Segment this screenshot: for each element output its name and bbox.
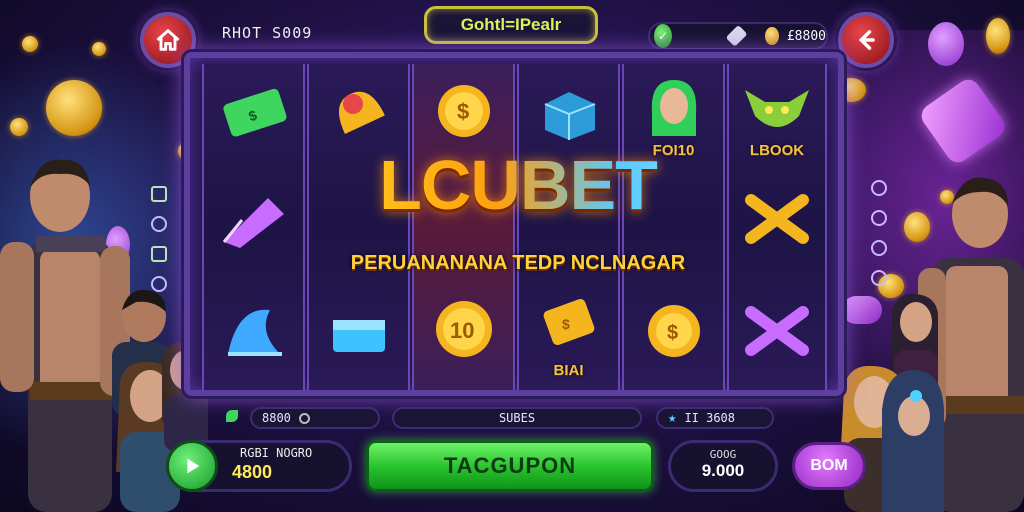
back-arrow-icon [858,30,875,50]
game-subtitle: PERUANANANA TEDP NCLNAGAR [350,252,686,274]
treasure-box-symbol[interactable] [322,302,396,364]
game-title-pill: Gohtl=IPealr [424,6,598,44]
leaf-icon [226,410,238,422]
side-icon[interactable] [151,186,167,202]
coin-decoration [10,118,28,136]
bet-panel[interactable]: GOOG 9.000 [668,440,778,492]
spin-button[interactable]: TACGUPON [366,440,654,492]
cyan-box-symbol[interactable] [532,82,606,144]
reel-4: $ BIAI [517,64,620,390]
play-button[interactable] [166,440,218,492]
green-hair-character-symbol[interactable] [637,76,711,138]
balance-value: £8800 [786,28,826,44]
side-icon[interactable] [871,210,887,226]
info-left-value: 8800 [262,411,291,425]
info-right: ★ II 3608 [656,407,774,429]
gem-decoration [928,22,964,66]
blue-hat-symbol[interactable] [217,302,291,364]
side-icon[interactable] [871,240,887,256]
coin-ten-value: 10 [450,318,474,343]
info-left: 8800 [250,407,380,429]
game-logo: LCUBET [318,150,718,220]
bet-label: GOOG [709,448,737,461]
info-right-value: II 3608 [684,411,736,425]
coin-decoration [46,80,102,136]
side-icon[interactable] [871,180,887,196]
autoplay-value: 4800 [232,462,273,482]
gold-cross-symbol[interactable] [740,188,814,250]
bonus-button[interactable]: BOM [792,442,866,490]
info-center: SUBES [392,407,642,429]
hooded-character-right [882,370,944,512]
side-icon[interactable] [151,246,167,262]
purple-cross-symbol[interactable] [740,300,814,362]
goblin-symbol[interactable] [740,76,814,138]
side-icon[interactable] [151,276,167,292]
info-center-label: SUBES [498,411,536,425]
reel-6-top-label: LBOOK [749,142,805,159]
gold-coin-symbol[interactable]: $ [427,80,501,142]
side-icon[interactable] [871,270,887,286]
slot-machine-frame: $ $ 10 $ BIAI $ LBOOK [184,52,844,396]
coin-decoration [986,18,1010,54]
green-gem-icon: ✓ [654,24,672,48]
right-side-icons [868,180,890,286]
gold-ticket-symbol[interactable]: $ [532,296,606,358]
autoplay-label: RGBI NOGRO [240,446,313,460]
white-gem-icon [725,24,748,48]
crystal-decoration [842,296,882,324]
coin-icon [765,27,779,45]
star-icon: ★ [668,410,677,426]
purple-arrow-symbol[interactable] [217,190,291,252]
coin-decoration [92,42,106,56]
left-side-icons [148,186,170,292]
play-icon [187,458,200,474]
reel-5: FOI10 $ [622,64,725,390]
svg-text:$: $ [457,99,469,124]
coin-ten-symbol[interactable]: 10 [427,298,501,360]
home-icon [156,29,180,51]
balance-bar: ✓ £8800 [648,22,828,50]
coin-decoration [22,36,38,52]
cash-symbol[interactable]: $ [217,82,291,144]
header-left-label: RHOT S009 [222,24,313,42]
svg-text:$: $ [562,316,570,332]
side-icon[interactable] [151,216,167,232]
settings-icon[interactable] [298,412,310,424]
bell-symbol[interactable] [322,82,396,144]
reel-6: LBOOK [727,64,827,390]
reel-3: $ 10 [412,64,515,390]
reel-4-bottom-label: BIAI [553,362,584,379]
back-button[interactable] [838,12,894,68]
coin-wheel-symbol[interactable]: $ [637,300,711,362]
reel-2 [307,64,410,390]
bet-value: 9.000 [701,461,745,480]
svg-text:$: $ [667,322,678,344]
reel-1: $ [202,64,305,390]
